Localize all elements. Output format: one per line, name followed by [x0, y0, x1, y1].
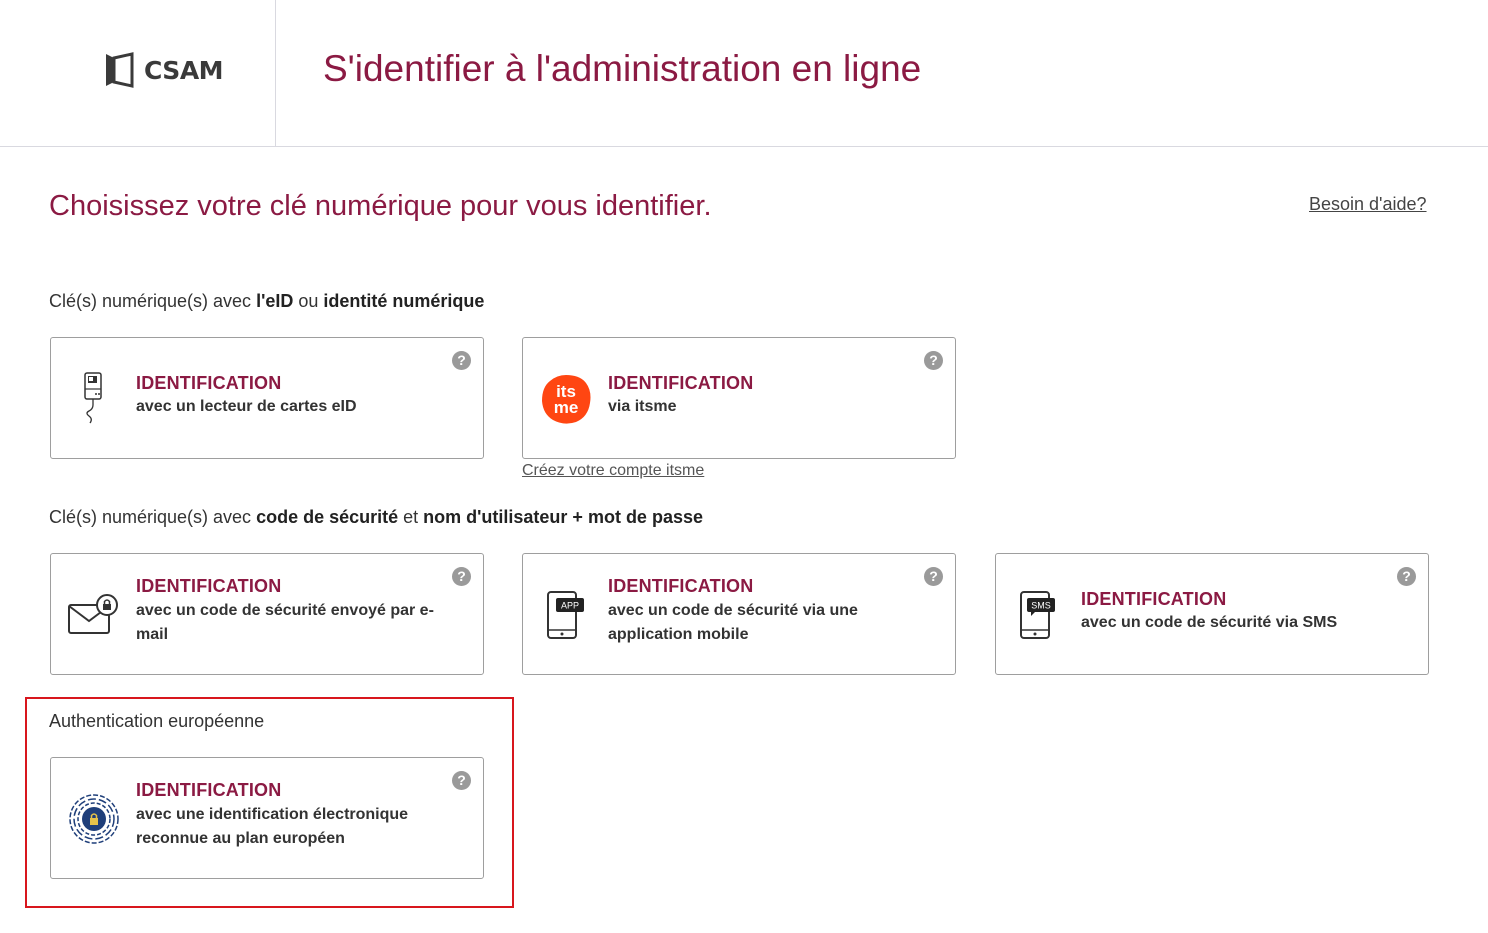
card-mobile-app[interactable]: APP IDENTIFICATION avec un code de sécur…: [522, 553, 956, 675]
card-title: IDENTIFICATION: [136, 373, 282, 393]
card-description: via itsme: [608, 398, 677, 415]
card-reader-icon: [67, 371, 121, 425]
section-label-europe: Authentication européenne: [49, 711, 265, 731]
help-icon[interactable]: ?: [452, 771, 471, 790]
email-lock-icon: [67, 588, 121, 642]
card-title: IDENTIFICATION: [608, 576, 754, 596]
help-icon[interactable]: ?: [452, 351, 471, 370]
card-title: IDENTIFICATION: [1081, 589, 1227, 609]
card-email[interactable]: IDENTIFICATION avec un code de sécurité …: [50, 553, 484, 675]
section-label-code: Clé(s) numérique(s) avec code de sécurit…: [49, 507, 703, 527]
page-heading: Choisissez votre clé numérique pour vous…: [49, 190, 712, 222]
card-eidas[interactable]: IDENTIFICATION avec une identification é…: [50, 757, 484, 879]
card-description: avec un lecteur de cartes eID: [136, 398, 357, 415]
logo-area: CSAM: [0, 0, 276, 146]
create-itsme-account-link[interactable]: Créez votre compte itsme: [522, 462, 704, 480]
page-title: S'identifier à l'administration en ligne: [323, 48, 922, 89]
sms-badge-text: SMS: [1031, 601, 1051, 611]
card-eid-reader[interactable]: IDENTIFICATION avec un lecteur de cartes…: [50, 337, 484, 459]
card-description: avec un code de sécurité via SMS: [1081, 614, 1338, 631]
logo-text: CSAM: [144, 55, 224, 85]
csam-logo[interactable]: CSAM: [104, 52, 224, 88]
section-label-eid: Clé(s) numérique(s) avec l'eID ou identi…: [49, 291, 485, 311]
card-description: avec un code de sécurité envoyé par e-ma…: [136, 602, 434, 643]
header: CSAM S'identifier à l'administration en …: [0, 0, 1488, 147]
eidas-icon: [67, 792, 121, 846]
card-itsme[interactable]: its me IDENTIFICATION via itsme ?: [522, 337, 956, 459]
card-title: IDENTIFICATION: [136, 576, 282, 596]
help-icon[interactable]: ?: [1397, 567, 1416, 586]
help-icon[interactable]: ?: [924, 351, 943, 370]
card-title: IDENTIFICATION: [608, 373, 754, 393]
card-description: avec une identification électronique rec…: [136, 806, 409, 847]
card-description: avec un code de sécurité via une applica…: [608, 602, 858, 643]
itsme-icon: its me: [539, 372, 593, 426]
help-link[interactable]: Besoin d'aide?: [1309, 194, 1427, 215]
help-icon[interactable]: ?: [924, 567, 943, 586]
app-badge-text: APP: [561, 601, 579, 611]
phone-app-icon: APP: [539, 589, 593, 643]
card-title: IDENTIFICATION: [136, 780, 282, 800]
phone-sms-icon: SMS: [1012, 589, 1066, 643]
itsme-icon-text-bottom: me: [554, 398, 579, 417]
card-sms[interactable]: SMS IDENTIFICATION avec un code de sécur…: [995, 553, 1429, 675]
help-icon[interactable]: ?: [452, 567, 471, 586]
csam-door-icon: [106, 52, 134, 88]
